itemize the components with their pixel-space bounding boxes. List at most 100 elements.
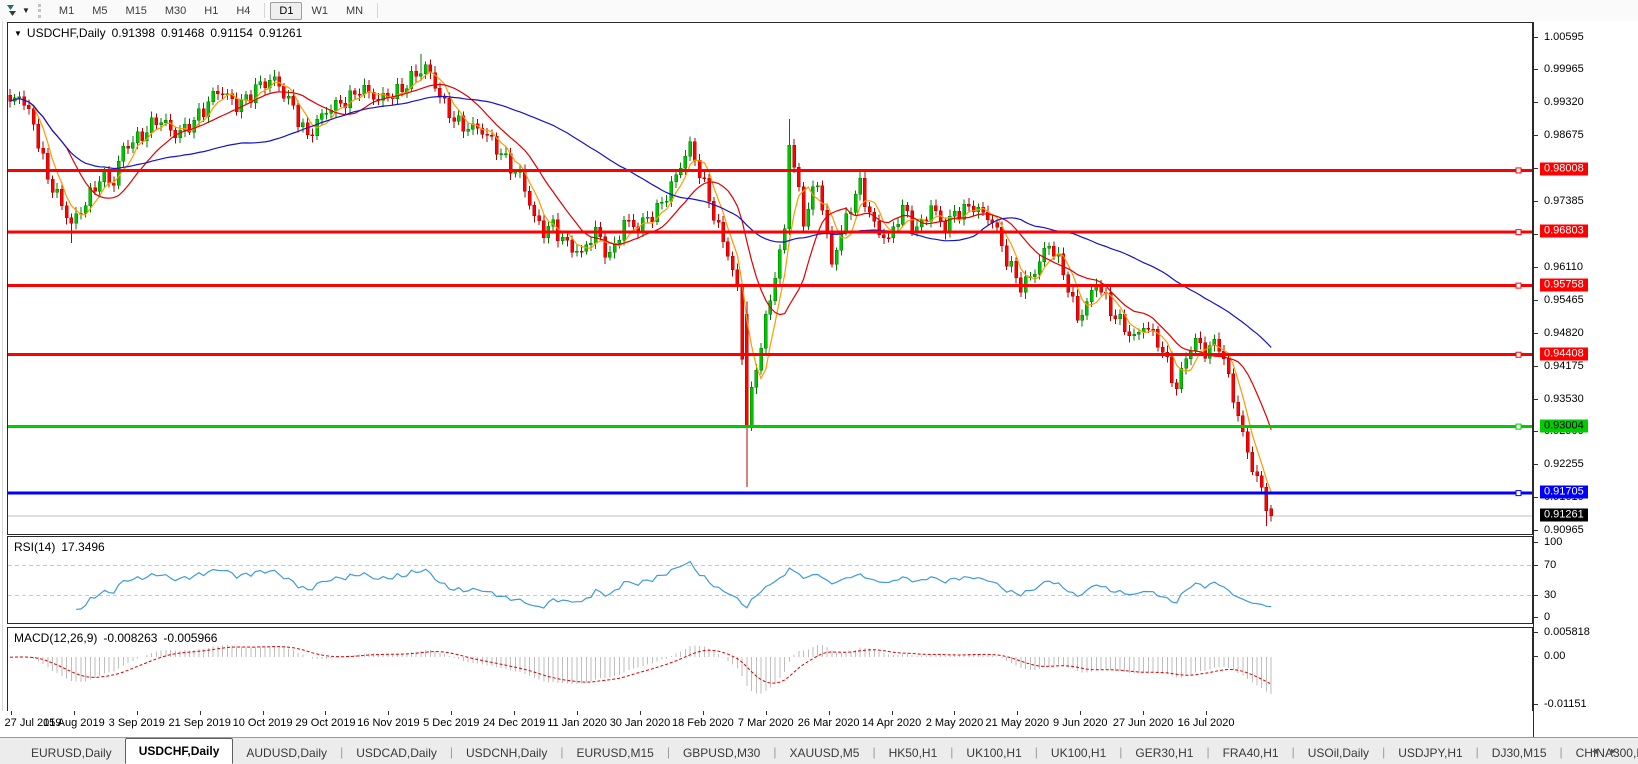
level-price-label-0.96803: 0.96803 — [1540, 225, 1588, 238]
tab-USOil-Daily[interactable]: USOil,Daily — [1295, 742, 1382, 764]
rsi-axis-tick — [1534, 595, 1538, 596]
timeframe-button-M30[interactable]: M30 — [156, 2, 195, 20]
date-label: 21 Sep 2019 — [168, 717, 230, 729]
date-label: 3 Sep 2019 — [109, 717, 165, 729]
tab-HK50-H1[interactable]: HK50,H1 — [876, 742, 951, 764]
date-axis-tick — [766, 711, 767, 715]
chart-type-icon[interactable] — [3, 3, 21, 19]
ohlc-open: 0.91398 — [112, 26, 155, 40]
date-label: 11 Jan 2020 — [547, 717, 607, 729]
tab-AUDUSD-Daily[interactable]: AUDUSD,Daily — [233, 742, 340, 764]
date-axis-tick — [1080, 711, 1081, 715]
tab-EURUSD-M15[interactable]: EURUSD,M15 — [563, 742, 666, 764]
rsi-axis-label: 70 — [1544, 559, 1556, 571]
tab-USDCHF-Daily[interactable]: USDCHF,Daily — [125, 738, 234, 764]
toolbar-separator — [264, 3, 265, 18]
timeframe-button-M1[interactable]: M1 — [50, 2, 83, 20]
timeframe-button-M15[interactable]: M15 — [116, 2, 155, 20]
macd-axis-label: 0.00 — [1544, 650, 1565, 662]
tab-USDCAD-Daily[interactable]: USDCAD,Daily — [343, 742, 450, 764]
tab-USDJPY-H1[interactable]: USDJPY,H1 — [1385, 742, 1475, 764]
price-pane[interactable]: ▼USDCHF,Daily0.913980.914680.911540.9126… — [7, 22, 1533, 535]
hline-handle-0.94408[interactable] — [1516, 352, 1521, 357]
tab-scroll-left-icon[interactable]: ◄ — [1590, 746, 1609, 756]
date-label: 29 Oct 2019 — [296, 717, 356, 729]
timeframe-buttons: M1M5M15M30H1H4 D1W1MN — [50, 2, 383, 20]
chart-type-icon-glyph — [5, 4, 19, 18]
date-axis-tick — [74, 711, 75, 715]
tab-EURUSD-Daily[interactable]: EURUSD,Daily — [18, 742, 125, 764]
timeframe-button-D1[interactable]: D1 — [270, 2, 302, 20]
macd-title-value-signal: -0.005966 — [163, 631, 217, 645]
tab-XAUUSD-M5[interactable]: XAUUSD,M5 — [776, 742, 872, 764]
price-axis[interactable]: 1.005950.999650.993200.986750.980300.973… — [1533, 22, 1638, 737]
date-axis[interactable]: 27 Jul 201915 Aug 20193 Sep 201921 Sep 2… — [0, 711, 1533, 737]
date-label: 21 May 2020 — [986, 717, 1050, 729]
macd-pane-canvas[interactable] — [8, 628, 1532, 711]
timeframe-button-H4[interactable]: H4 — [227, 2, 259, 20]
ohlc-close: 0.91261 — [259, 26, 302, 40]
price-axis-tick — [1534, 431, 1538, 432]
toolbar-separator — [377, 3, 378, 18]
rsi-pane[interactable]: RSI(14)17.3496 — [7, 536, 1533, 624]
tab-scroll-right-icon[interactable]: ► — [1609, 746, 1628, 756]
current-price-label: 0.91261 — [1540, 508, 1588, 521]
price-axis-tick — [1534, 300, 1538, 301]
price-axis-tick — [1534, 37, 1538, 38]
rsi-axis-tick — [1534, 542, 1538, 543]
price-axis-tick — [1534, 69, 1538, 70]
mt4-window: ▼ M1M5M15M30H1H4D1W1MN ▼USDCHF,Daily0.91… — [0, 0, 1638, 764]
macd-axis-label: -0.01151 — [1544, 698, 1587, 710]
price-tick-label: 0.98675 — [1544, 129, 1584, 141]
timeframe-button-MN[interactable]: MN — [337, 2, 372, 20]
price-tick-label: 1.00595 — [1544, 31, 1584, 43]
tab-DJ30-M15[interactable]: DJ30,M15 — [1479, 742, 1560, 764]
price-axis-tick — [1534, 234, 1538, 235]
macd-axis-tick — [1534, 656, 1538, 657]
symbol-dropdown-icon[interactable]: ▼ — [14, 29, 22, 38]
level-price-label-0.94408: 0.94408 — [1540, 347, 1588, 360]
timeframe-button-H1[interactable]: H1 — [195, 2, 227, 20]
macd-axis-tick — [1534, 704, 1538, 705]
ohlc-low: 0.91154 — [210, 26, 253, 40]
price-axis-tick — [1534, 399, 1538, 400]
chart-title: ▼USDCHF,Daily0.913980.914680.911540.9126… — [14, 26, 308, 40]
date-label: 10 Oct 2019 — [233, 717, 293, 729]
price-tick-label: 0.94820 — [1544, 327, 1584, 339]
tab-UK100-H1[interactable]: UK100,H1 — [1038, 742, 1119, 764]
hline-handle-0.91705[interactable] — [1516, 491, 1521, 496]
date-axis-tick — [640, 711, 641, 715]
date-axis-tick — [1017, 711, 1018, 715]
rsi-title: RSI(14)17.3496 — [14, 540, 111, 554]
macd-histogram — [10, 645, 1271, 694]
date-label: 27 Jun 2020 — [1113, 717, 1174, 729]
rsi-axis-label: 30 — [1544, 589, 1556, 601]
hline-handle-0.96803[interactable] — [1516, 230, 1521, 235]
price-tick-label: 0.92255 — [1544, 458, 1584, 470]
price-tick-label: 0.97385 — [1544, 195, 1584, 207]
date-axis-tick — [954, 711, 955, 715]
timeframe-button-W1[interactable]: W1 — [302, 2, 337, 20]
hline-handle-0.98008[interactable] — [1516, 168, 1521, 173]
tab-USDCNH-Daily[interactable]: USDCNH,Daily — [453, 742, 560, 764]
hline-handle-0.95758[interactable] — [1516, 283, 1521, 288]
hline-handle-0.93004[interactable] — [1516, 424, 1521, 429]
price-pane-canvas[interactable] — [8, 23, 1532, 534]
timeframe-button-M5[interactable]: M5 — [83, 2, 116, 20]
toolbar-gripper[interactable] — [38, 4, 41, 18]
tab-scroll-arrows: ◄► — [1590, 746, 1628, 756]
date-axis-tick — [1143, 711, 1144, 715]
date-axis-tick — [263, 711, 264, 715]
level-price-label-0.93004: 0.93004 — [1540, 419, 1588, 432]
macd-pane[interactable]: MACD(12,26,9)-0.008263-0.005966 — [7, 627, 1533, 712]
tab-UK100-H1[interactable]: UK100,H1 — [953, 742, 1034, 764]
tab-FRA40-H1[interactable]: FRA40,H1 — [1210, 742, 1292, 764]
price-axis-tick — [1534, 530, 1538, 531]
price-tick-label: 0.99965 — [1544, 63, 1584, 75]
tab-GER30-H1[interactable]: GER30,H1 — [1122, 742, 1206, 764]
rsi-pane-canvas[interactable] — [8, 537, 1532, 623]
macd-axis-label: 0.005818 — [1544, 626, 1590, 638]
chart-type-dropdown-caret[interactable]: ▼ — [22, 6, 30, 15]
tab-GBPUSD-M30[interactable]: GBPUSD,M30 — [670, 742, 773, 764]
date-label: 2 May 2020 — [926, 717, 983, 729]
